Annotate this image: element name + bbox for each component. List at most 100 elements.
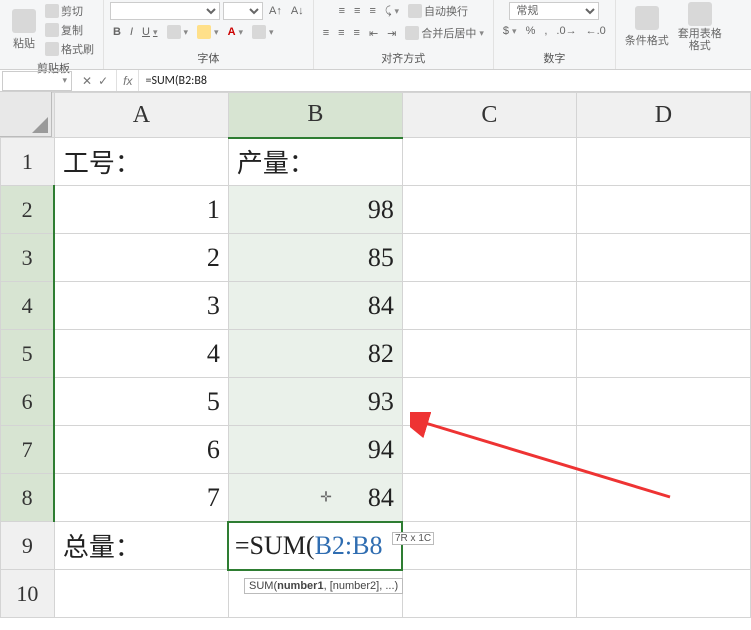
- cell-D9[interactable]: [576, 522, 750, 570]
- fx-button[interactable]: fx: [117, 70, 139, 91]
- bucket-icon: [197, 25, 211, 39]
- cell-B6[interactable]: 93: [228, 378, 402, 426]
- align-bottom-button[interactable]: ≡: [366, 4, 378, 18]
- fill-color-button[interactable]: ▾: [194, 24, 222, 40]
- cell-A7[interactable]: 6: [54, 426, 228, 474]
- decrease-font-button[interactable]: A↓: [288, 4, 307, 18]
- bold-button[interactable]: B: [110, 25, 124, 39]
- cell-D5[interactable]: [576, 330, 750, 378]
- cell-C1[interactable]: [402, 138, 576, 186]
- indent-increase-button[interactable]: ⇥: [384, 26, 399, 41]
- orientation-button[interactable]: ⤹▾: [382, 4, 402, 19]
- cell-A9[interactable]: 总量：: [54, 522, 228, 570]
- col-header-C[interactable]: C: [402, 93, 576, 138]
- col-header-B[interactable]: B: [228, 93, 402, 138]
- cell-D7[interactable]: [576, 426, 750, 474]
- indent-decrease-button[interactable]: ⇤: [366, 26, 381, 41]
- cell-D4[interactable]: [576, 282, 750, 330]
- align-left-button[interactable]: ≡: [320, 26, 332, 40]
- cell-D1[interactable]: [576, 138, 750, 186]
- col-header-D[interactable]: D: [576, 93, 750, 138]
- copy-button[interactable]: 复制: [42, 21, 97, 39]
- row-header-5[interactable]: 5: [1, 330, 55, 378]
- comma-button[interactable]: ,: [541, 24, 550, 38]
- cell-D3[interactable]: [576, 234, 750, 282]
- underline-button[interactable]: U▾: [139, 25, 160, 39]
- font-size-select[interactable]: [223, 2, 263, 20]
- row-header-6[interactable]: 6: [1, 378, 55, 426]
- cell-B1[interactable]: 产量：: [228, 138, 402, 186]
- align-center-button[interactable]: ≡: [335, 26, 347, 40]
- format-painter-button[interactable]: 格式刷: [42, 40, 97, 58]
- cell-A6[interactable]: 5: [54, 378, 228, 426]
- paste-icon[interactable]: [12, 9, 36, 33]
- row-header-4[interactable]: 4: [1, 282, 55, 330]
- increase-font-button[interactable]: A↑: [266, 4, 285, 18]
- decrease-decimal-button[interactable]: ←.0: [583, 24, 609, 38]
- align-middle-button[interactable]: ≡: [351, 4, 363, 18]
- conditional-format-icon[interactable]: [635, 6, 659, 30]
- align-top-button[interactable]: ≡: [336, 4, 348, 18]
- row-header-3[interactable]: 3: [1, 234, 55, 282]
- select-all-corner[interactable]: [0, 92, 52, 137]
- cell-cursor-icon: ✛: [320, 489, 332, 506]
- cell-B9[interactable]: =SUM(B2:B8: [228, 522, 402, 570]
- row-header-8[interactable]: 8: [1, 474, 55, 522]
- font-color-button[interactable]: A▾: [225, 25, 246, 39]
- cell-A5[interactable]: 4: [54, 330, 228, 378]
- cell-A3[interactable]: 2: [54, 234, 228, 282]
- cell-B4[interactable]: 84: [228, 282, 402, 330]
- number-format-select[interactable]: 常规: [509, 2, 599, 20]
- cell-C2[interactable]: [402, 186, 576, 234]
- cell-A2[interactable]: 1: [54, 186, 228, 234]
- cell-B7[interactable]: 94: [228, 426, 402, 474]
- cut-button[interactable]: 剪切: [42, 2, 97, 20]
- currency-button[interactable]: $▾: [500, 24, 520, 38]
- cell-C9[interactable]: [402, 522, 576, 570]
- cell-A10[interactable]: [54, 570, 228, 618]
- phonetic-button[interactable]: ▾: [249, 24, 277, 40]
- table-format-icon[interactable]: [688, 2, 712, 26]
- cancel-edit-button[interactable]: ✕: [82, 74, 92, 88]
- row-header-1[interactable]: 1: [1, 138, 55, 186]
- ribbon-group-align: ≡ ≡ ≡ ⤹▾ 自动换行 ≡ ≡ ≡ ⇤ ⇥ 合并后居中▾ 对齐方式: [314, 0, 494, 69]
- percent-button[interactable]: %: [523, 24, 539, 38]
- increase-decimal-button[interactable]: .0→: [553, 24, 579, 38]
- cell-B5[interactable]: 82: [228, 330, 402, 378]
- merge-center-button[interactable]: 合并后居中▾: [402, 24, 487, 42]
- spreadsheet[interactable]: A B C D 1 工号： 产量： 2 1 98 3: [0, 92, 751, 618]
- cell-C5[interactable]: [402, 330, 576, 378]
- paste-button[interactable]: 粘贴: [10, 34, 38, 52]
- cell-C8[interactable]: [402, 474, 576, 522]
- row-header-2[interactable]: 2: [1, 186, 55, 234]
- formula-input[interactable]: [139, 70, 751, 91]
- cell-A4[interactable]: 3: [54, 282, 228, 330]
- cell-C6[interactable]: [402, 378, 576, 426]
- cell-C10[interactable]: [402, 570, 576, 618]
- align-right-button[interactable]: ≡: [351, 26, 363, 40]
- cell-D2[interactable]: [576, 186, 750, 234]
- cell-D6[interactable]: [576, 378, 750, 426]
- cell-A8[interactable]: 7: [54, 474, 228, 522]
- cell-A1[interactable]: 工号：: [54, 138, 228, 186]
- cell-B8[interactable]: 84: [228, 474, 402, 522]
- cell-C7[interactable]: [402, 426, 576, 474]
- conditional-format-button[interactable]: 条件格式: [622, 31, 672, 49]
- row-header-9[interactable]: 9: [1, 522, 55, 570]
- cell-D8[interactable]: [576, 474, 750, 522]
- row-header-7[interactable]: 7: [1, 426, 55, 474]
- cell-C4[interactable]: [402, 282, 576, 330]
- wrap-text-button[interactable]: 自动换行: [405, 2, 471, 20]
- row-header-10[interactable]: 10: [1, 570, 55, 618]
- border-button[interactable]: ▾: [164, 24, 192, 40]
- cell-B3[interactable]: 85: [228, 234, 402, 282]
- cell-B2[interactable]: 98: [228, 186, 402, 234]
- name-box[interactable]: ▾: [2, 71, 72, 91]
- cell-C3[interactable]: [402, 234, 576, 282]
- font-name-select[interactable]: [110, 2, 220, 20]
- col-header-A[interactable]: A: [54, 93, 228, 138]
- confirm-edit-button[interactable]: ✓: [98, 74, 108, 88]
- cell-D10[interactable]: [576, 570, 750, 618]
- italic-button[interactable]: I: [127, 25, 136, 39]
- table-format-button[interactable]: 套用表格格式: [675, 27, 725, 53]
